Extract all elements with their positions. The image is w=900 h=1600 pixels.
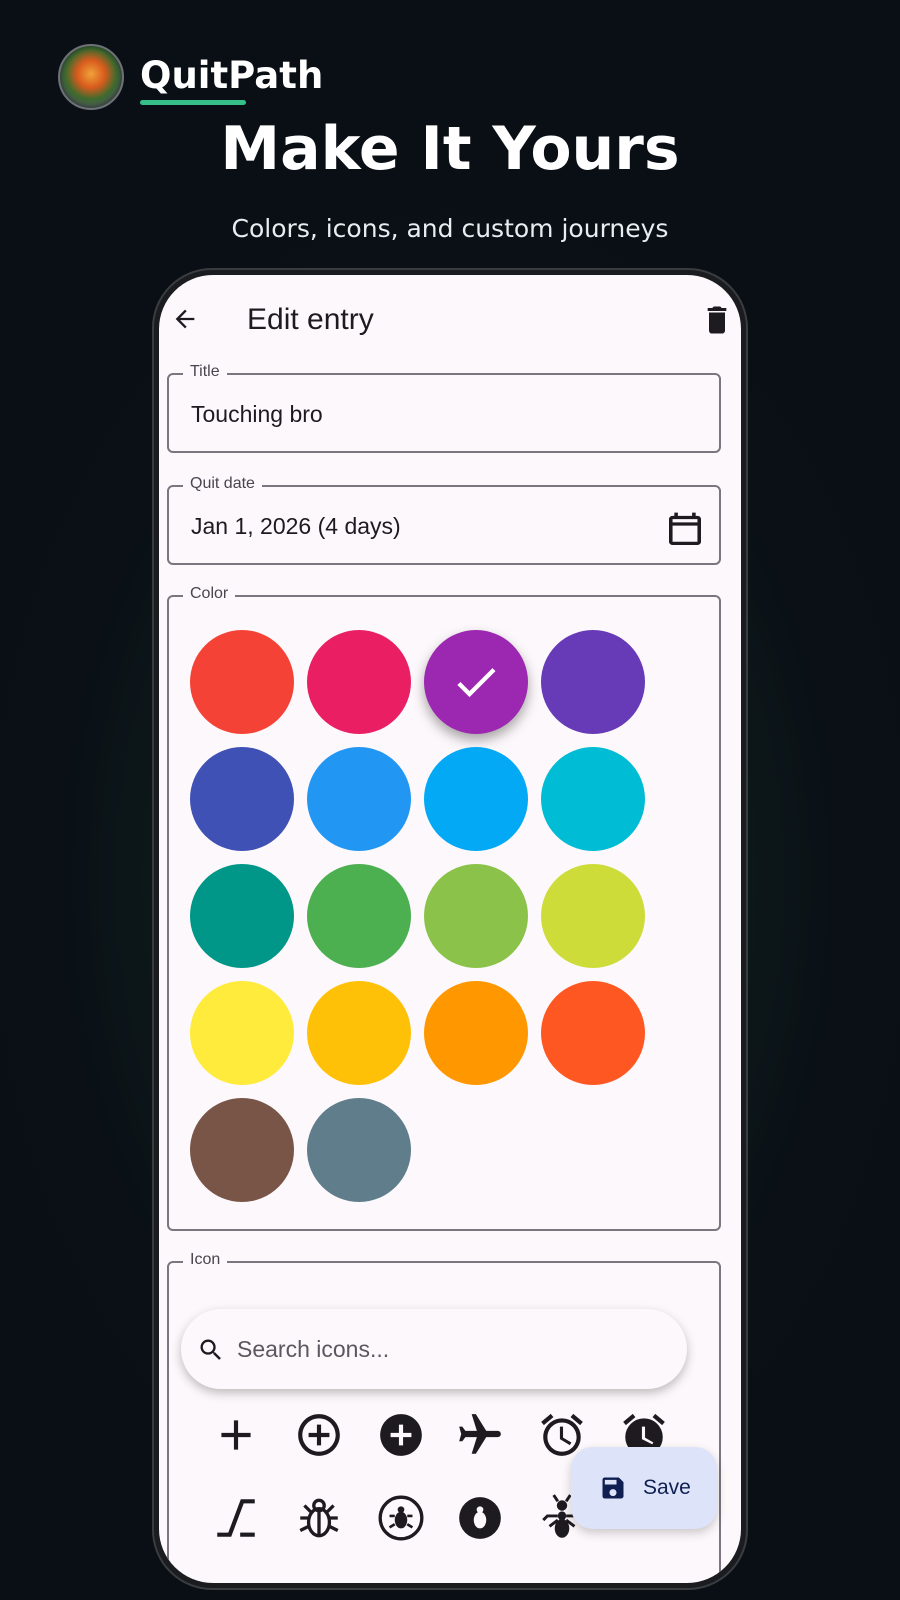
color-swatch[interactable] — [190, 1098, 294, 1202]
save-icon — [602, 1477, 624, 1499]
color-picker: Color — [167, 585, 721, 1231]
arrow-back-icon[interactable] — [171, 305, 199, 333]
title-field[interactable]: Title Touching bro — [167, 363, 721, 453]
icon-search-input[interactable] — [237, 1329, 657, 1369]
analytics-icon[interactable] — [211, 1493, 261, 1543]
color-swatch[interactable] — [190, 630, 294, 734]
bug-outline-icon[interactable] — [294, 1493, 344, 1543]
airplane-icon[interactable] — [455, 1410, 505, 1460]
icon-picker-label: Icon — [183, 1251, 228, 1269]
promo-headline: Make It Yours — [220, 114, 680, 184]
color-swatch[interactable] — [307, 864, 411, 968]
check-icon — [457, 668, 496, 698]
phone-frame: Edit entry Title Touching bro Quit date … — [152, 268, 748, 1590]
title-field-value[interactable]: Touching bro — [191, 401, 323, 428]
add-circle-icon[interactable] — [376, 1410, 426, 1460]
color-swatch[interactable] — [424, 630, 528, 734]
color-swatch[interactable] — [541, 864, 645, 968]
quit-date-field-value[interactable]: Jan 1, 2026 (4 days) — [191, 513, 401, 540]
add-icon[interactable] — [211, 1410, 261, 1460]
color-swatch[interactable] — [541, 981, 645, 1085]
bug-circle-icon[interactable] — [455, 1493, 505, 1543]
app-screen: Edit entry Title Touching bro Quit date … — [159, 275, 741, 1583]
brand-logo — [58, 44, 124, 110]
app-bar: Edit entry — [159, 275, 741, 367]
color-swatch[interactable] — [541, 630, 645, 734]
calendar-icon[interactable] — [669, 511, 701, 545]
color-swatch[interactable] — [307, 630, 411, 734]
color-swatch[interactable] — [190, 747, 294, 851]
bug-circle-outline-icon[interactable] — [376, 1493, 426, 1543]
brand-name: QuitPath — [140, 53, 324, 97]
color-swatch[interactable] — [307, 747, 411, 851]
icon-search-bar[interactable] — [181, 1309, 687, 1389]
color-swatch[interactable] — [541, 747, 645, 851]
color-swatch[interactable] — [190, 981, 294, 1085]
quit-date-field[interactable]: Quit date Jan 1, 2026 (4 days) — [167, 475, 721, 565]
color-swatch[interactable] — [424, 864, 528, 968]
quit-date-field-label: Quit date — [183, 475, 262, 493]
color-swatch[interactable] — [424, 981, 528, 1085]
add-circle-outline-icon[interactable] — [294, 1410, 344, 1460]
brand-underline — [140, 100, 246, 105]
color-picker-label: Color — [183, 585, 236, 603]
save-button[interactable]: Save — [571, 1447, 717, 1529]
title-field-label: Title — [183, 363, 227, 381]
color-swatch[interactable] — [424, 747, 528, 851]
save-button-label: Save — [643, 1476, 691, 1499]
search-icon — [200, 1339, 221, 1360]
color-swatch[interactable] — [307, 981, 411, 1085]
page-title: Edit entry — [247, 303, 374, 336]
promo-subhead: Colors, icons, and custom journeys — [231, 214, 669, 243]
trash-icon[interactable] — [705, 305, 729, 335]
color-swatch[interactable] — [190, 864, 294, 968]
color-swatch[interactable] — [307, 1098, 411, 1202]
